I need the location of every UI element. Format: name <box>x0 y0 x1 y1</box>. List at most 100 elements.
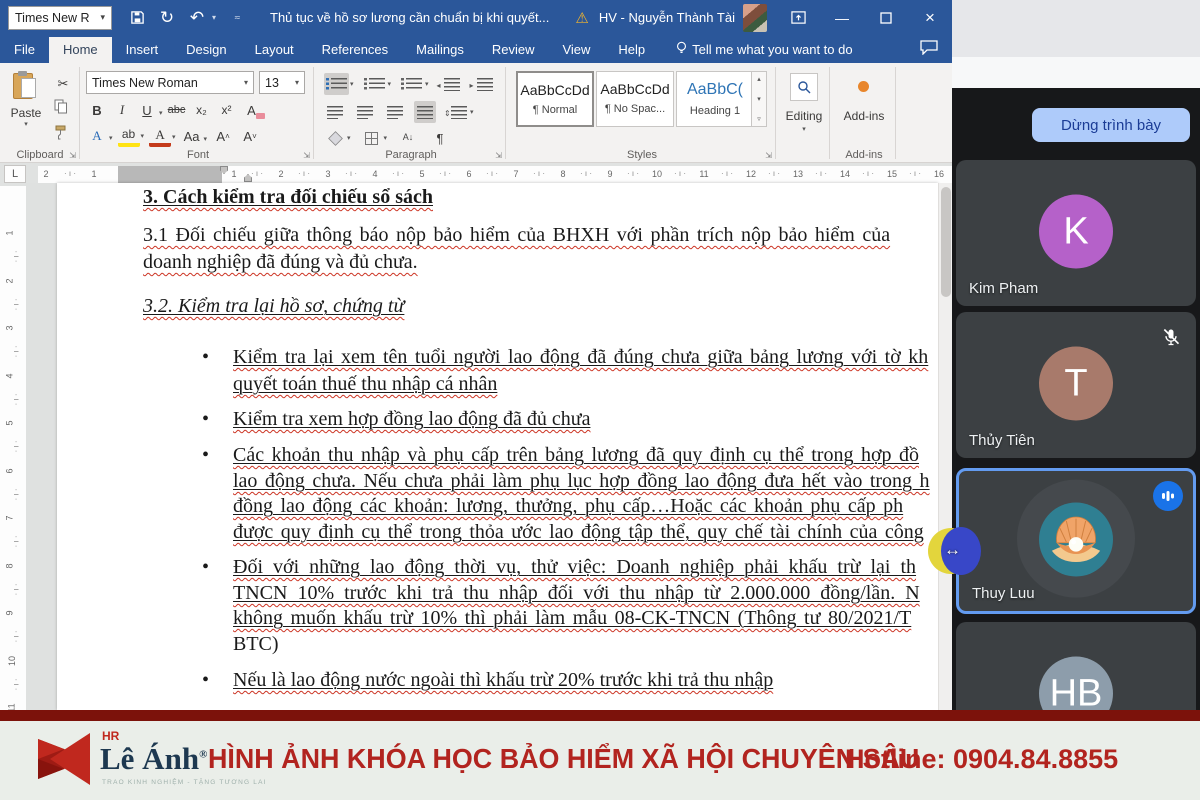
vruler-number: 2 <box>4 277 15 284</box>
participant-tile-thủy-tiên[interactable]: T Thủy Tiên <box>956 312 1196 458</box>
numbering-button[interactable] <box>362 73 387 95</box>
highlight-chevron-icon[interactable]: ▾ <box>141 133 145 140</box>
paragraph-dialog-launcher[interactable]: ⇲ <box>495 151 502 160</box>
tab-review[interactable]: Review <box>478 37 549 63</box>
paste-button[interactable]: Paste ▾ <box>8 71 44 128</box>
tab-mailings[interactable]: Mailings <box>402 37 478 63</box>
ribbon-display-options-icon[interactable] <box>776 0 820 35</box>
editing-group[interactable]: Editing ▾ <box>778 63 830 163</box>
styles-dialog-launcher[interactable]: ⇲ <box>765 151 772 160</box>
styles-scroll[interactable]: ▴ ▾ ▿ <box>751 71 767 127</box>
quick-font-selector[interactable]: Times New R ▾ <box>8 5 112 30</box>
tab-insert[interactable]: Insert <box>112 37 173 63</box>
bullets-chevron-icon[interactable]: ▾ <box>350 80 354 88</box>
scrollbar-thumb[interactable] <box>941 187 951 297</box>
tab-home[interactable]: Home <box>48 37 112 63</box>
italic-button[interactable]: I <box>111 99 133 121</box>
style-heading1[interactable]: AaBbC(Heading 1 <box>676 71 754 127</box>
tellme-label[interactable]: Tell me what you want to do <box>692 42 852 57</box>
justify-button[interactable] <box>414 101 436 123</box>
borders-chevron-icon[interactable]: ▾ <box>384 134 388 142</box>
comments-icon[interactable] <box>920 40 938 58</box>
participant-tile-thuy-luu[interactable]: Thuy Luu <box>956 468 1196 614</box>
font-name-combo[interactable]: Times New Roman ▾ <box>86 71 254 94</box>
vruler-tick: · ı · <box>11 345 21 358</box>
align-right-button[interactable] <box>384 101 406 123</box>
sort-button[interactable]: A↓ <box>397 127 419 149</box>
font-size-combo[interactable]: 13 ▾ <box>259 71 305 94</box>
shading-chevron-icon[interactable]: ▾ <box>347 134 351 142</box>
line-spacing-chevron-icon[interactable]: ▾ <box>470 108 474 116</box>
tab-selector[interactable]: L <box>4 165 26 183</box>
grow-font-button[interactable]: A <box>212 125 234 147</box>
redo-icon[interactable]: ↻ <box>152 8 182 28</box>
vertical-ruler[interactable]: 1 · ı · 2 · ı · 3 · ı · 4 · ı · 5 · ı · 6 · ı · 7 · ı… <box>0 186 26 738</box>
ruler-tick: · ı · <box>768 169 780 178</box>
shading-button[interactable] <box>324 127 346 149</box>
change-case-chevron-icon[interactable]: ▾ <box>204 136 208 143</box>
increase-indent-button[interactable]: ▸ <box>470 73 495 95</box>
highlight-button[interactable]: ab <box>117 125 140 147</box>
bullets-icon <box>326 77 347 91</box>
restore-button[interactable] <box>864 0 908 35</box>
vertical-scrollbar[interactable] <box>938 183 952 710</box>
font-dialog-launcher[interactable]: ⇲ <box>303 151 310 160</box>
addins-group[interactable]: Add-ins Add-ins <box>832 63 896 163</box>
align-center-button[interactable] <box>354 101 376 123</box>
close-button[interactable]: × <box>908 0 952 35</box>
strikethrough-button[interactable]: abc <box>166 99 188 121</box>
borders-button[interactable] <box>361 127 383 149</box>
document-area: 3. Cách kiểm tra đối chiếu sổ sách 3.1 Đố… <box>26 183 952 710</box>
horizontal-ruler[interactable]: 2 · ı · 1 1 · ı · 2 · ı · 3 · ı · 4 · ı · 5 · ı · 6 · … <box>38 166 963 196</box>
tab-view[interactable]: View <box>548 37 604 63</box>
pilcrow-button[interactable]: ¶ <box>429 127 451 149</box>
stop-presenting-button[interactable]: Dừng trình bày <box>1032 108 1190 142</box>
ruler-number: 15 <box>886 169 898 179</box>
font-color-chevron-icon[interactable]: ▾ <box>172 134 176 141</box>
tab-references[interactable]: References <box>308 37 402 63</box>
line-spacing-button[interactable]: ⇕ <box>444 101 469 123</box>
line-text: TNCN 10% trước khi trả thu nhập đối với … <box>233 582 920 604</box>
ruler-number: 5 <box>419 169 425 179</box>
align-left-button[interactable] <box>324 101 346 123</box>
tab-design[interactable]: Design <box>172 37 240 63</box>
save-icon[interactable] <box>122 9 152 27</box>
font-color-button[interactable]: A <box>149 125 172 147</box>
style-nospac[interactable]: AaBbCcDd ¶ No Spac... <box>596 71 674 127</box>
search-icon[interactable] <box>790 73 818 101</box>
change-case-button[interactable]: Aa <box>181 125 203 147</box>
copy-icon[interactable] <box>54 99 68 119</box>
clear-formatting-button[interactable]: A <box>241 99 265 121</box>
vruler-tick: · ı · <box>11 583 21 595</box>
format-painter-icon[interactable] <box>54 125 68 145</box>
cut-icon[interactable]: ✂ <box>52 73 74 95</box>
superscript-button[interactable]: x² <box>216 99 238 121</box>
clipboard-dialog-launcher[interactable]: ⇲ <box>69 151 76 160</box>
undo-icon[interactable]: ↶ <box>182 8 212 28</box>
shrink-font-button[interactable]: A <box>239 125 261 147</box>
undo-chevron-icon[interactable]: ▾ <box>212 13 224 22</box>
tab-file[interactable]: File <box>0 37 49 63</box>
account-avatar[interactable] <box>742 3 767 32</box>
customize-qat-icon[interactable]: ≂ <box>234 13 246 22</box>
ruler-tick: · ı · <box>815 169 827 178</box>
bold-button[interactable]: B <box>86 99 108 121</box>
document-page[interactable]: 3. Cách kiểm tra đối chiếu sổ sách 3.1 Đố… <box>57 183 938 710</box>
account-name[interactable]: HV - Nguyễn Thành Tài <box>599 10 735 25</box>
underline-button[interactable]: U <box>136 99 158 121</box>
tab-layout[interactable]: Layout <box>241 37 308 63</box>
decrease-indent-button[interactable]: ◂ <box>437 73 462 95</box>
underline-chevron-icon[interactable]: ▾ <box>159 110 163 117</box>
tab-help[interactable]: Help <box>604 37 659 63</box>
participant-tile-hb[interactable]: HB <box>956 622 1196 710</box>
multilevel-list-button[interactable] <box>399 73 424 95</box>
participant-tile-kim-pham[interactable]: K Kim Pham <box>956 160 1196 306</box>
text-effects-chevron-icon[interactable]: ▾ <box>109 135 113 142</box>
multilevel-list-chevron-icon[interactable]: ▾ <box>425 80 429 88</box>
numbering-chevron-icon[interactable]: ▾ <box>388 80 392 88</box>
minimize-button[interactable]: — <box>820 0 864 35</box>
subscript-button[interactable]: x₂ <box>191 99 213 121</box>
bullets-button[interactable] <box>324 73 349 95</box>
style-normal[interactable]: AaBbCcDd ¶ Normal <box>516 71 594 127</box>
text-effects-button[interactable]: A <box>86 125 108 147</box>
